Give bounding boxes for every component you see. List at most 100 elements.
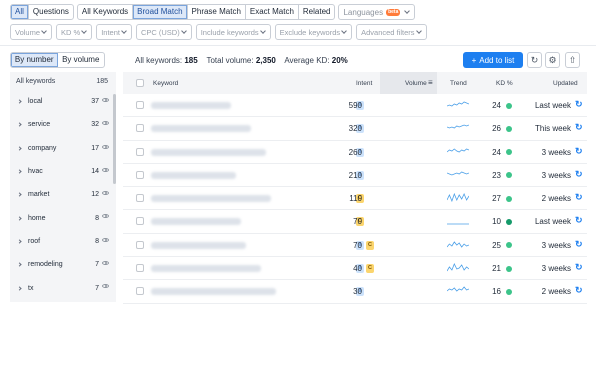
refresh-icon[interactable]: ↻ (575, 263, 583, 272)
sidebar-item-all-keywords[interactable]: All keywords 185 (10, 72, 116, 90)
chevron-right-icon[interactable] (17, 146, 22, 151)
row-checkbox[interactable] (136, 264, 144, 273)
column-intent[interactable]: Intent (356, 80, 372, 87)
refresh-icon[interactable]: ↻ (575, 193, 583, 202)
column-keyword[interactable]: Keyword (153, 80, 178, 87)
languages-dropdown[interactable]: Languages beta (338, 4, 416, 20)
keyword-redacted[interactable] (151, 288, 276, 296)
tab-broad-match[interactable]: Broad Match (132, 5, 187, 19)
table-row[interactable]: C 110 27 2 weeks ↻ (123, 187, 587, 211)
add-to-list-button[interactable]: + Add to list (463, 52, 523, 68)
row-checkbox[interactable] (136, 147, 144, 156)
all-questions-toggle: All Questions (10, 4, 74, 20)
sidebar-item-tx[interactable]: tx 7 (10, 276, 116, 299)
chevron-down-icon (180, 28, 187, 34)
chevron-right-icon[interactable] (17, 262, 22, 267)
filter-cpc[interactable]: CPC (USD) (135, 24, 192, 40)
row-checkbox[interactable] (136, 194, 144, 203)
kd-value: 24 (492, 147, 501, 157)
row-checkbox[interactable] (136, 170, 144, 179)
refresh-icon[interactable]: ↻ (575, 216, 583, 225)
filter-kd[interactable]: KD % (56, 24, 93, 40)
row-checkbox[interactable] (136, 101, 144, 109)
chevron-right-icon[interactable] (17, 122, 22, 128)
sidebar-item-home[interactable]: home 8 (10, 206, 116, 229)
filter-exclude-keywords[interactable]: Exclude keywords (274, 24, 353, 40)
tab-phrase-match[interactable]: Phrase Match (186, 5, 245, 19)
filter-intent[interactable]: Intent (96, 24, 132, 40)
table-row[interactable]: C 70 10 Last week ↻ (123, 210, 587, 234)
sidebar-item-company[interactable]: company 17 (10, 137, 116, 160)
eye-icon[interactable] (102, 98, 109, 102)
sidebar-item-count: 7 (95, 284, 99, 292)
sidebar-item-service[interactable]: service 32 (10, 113, 116, 136)
sidebar-item-count: 8 (95, 214, 99, 222)
chevron-right-icon[interactable] (17, 216, 22, 221)
tab-related[interactable]: Related (297, 5, 335, 19)
keyword-redacted[interactable] (151, 218, 241, 226)
row-checkbox[interactable] (136, 287, 144, 296)
refresh-icon[interactable]: ↻ (575, 169, 583, 178)
tab-exact-match[interactable]: Exact Match (244, 5, 298, 19)
refresh-button[interactable]: ↻ (527, 52, 542, 68)
tab-all[interactable]: All (11, 5, 28, 19)
sidebar-scrollbar[interactable] (113, 94, 116, 184)
sidebar-item-count: 14 (91, 168, 99, 176)
eye-icon[interactable] (102, 121, 109, 126)
column-volume[interactable]: Volume (405, 80, 427, 87)
keyword-redacted[interactable] (151, 171, 236, 179)
table-row[interactable]: I 30 16 2 weeks ↻ (123, 280, 587, 304)
table-row[interactable]: I 320 26 This week ↻ (123, 117, 587, 141)
tab-questions[interactable]: Questions (27, 5, 73, 19)
keyword-redacted[interactable] (151, 195, 271, 203)
sidebar-item-remodeling[interactable]: remodeling 7 (10, 253, 116, 276)
column-updated[interactable]: Updated (553, 80, 578, 87)
eye-icon[interactable] (102, 167, 109, 172)
sidebar-item-roof[interactable]: roof 8 (10, 230, 116, 253)
sidebar-item-market[interactable]: market 12 (10, 183, 116, 206)
kd-difficulty-dot (506, 102, 512, 109)
select-all-checkbox[interactable] (136, 79, 144, 87)
eye-icon[interactable] (102, 237, 109, 242)
chevron-right-icon[interactable] (17, 99, 22, 104)
row-checkbox[interactable] (136, 217, 144, 226)
chevron-right-icon[interactable] (17, 239, 22, 244)
table-row[interactable]: I 260 24 3 weeks ↻ (123, 141, 587, 164)
filter-advanced[interactable]: Advanced filters (356, 24, 427, 40)
filter-include-keywords[interactable]: Include keywords (195, 24, 271, 40)
by-number-button[interactable]: By number (11, 53, 58, 67)
eye-icon[interactable] (102, 214, 109, 219)
export-button[interactable]: ⇧ (565, 52, 580, 68)
keyword-redacted[interactable] (151, 265, 261, 273)
chevron-right-icon[interactable] (17, 192, 22, 197)
keyword-redacted[interactable] (151, 148, 266, 156)
eye-icon[interactable] (102, 284, 109, 289)
tab-all-keywords[interactable]: All Keywords (78, 5, 132, 19)
table-row[interactable]: I 590 24 Last week ↻ (123, 94, 587, 118)
keyword-redacted[interactable] (151, 125, 251, 133)
table-row[interactable]: I C 40 21 3 weeks ↻ (123, 257, 587, 281)
row-checkbox[interactable] (136, 124, 144, 133)
refresh-icon[interactable]: ↻ (575, 123, 583, 132)
sidebar-item-local[interactable]: local 37 (10, 90, 116, 113)
column-kd[interactable]: KD % (496, 80, 513, 87)
row-checkbox[interactable] (136, 240, 144, 249)
filter-volume[interactable]: Volume (10, 24, 53, 40)
chevron-right-icon[interactable] (17, 285, 22, 291)
by-volume-button[interactable]: By volume (58, 53, 105, 67)
keyword-redacted[interactable] (151, 102, 231, 109)
refresh-icon[interactable]: ↻ (575, 239, 583, 248)
sidebar-item-hvac[interactable]: hvac 14 (10, 160, 116, 183)
chevron-right-icon[interactable] (17, 169, 22, 174)
refresh-icon[interactable]: ↻ (575, 286, 583, 295)
settings-button[interactable]: ⚙ (545, 52, 560, 68)
eye-icon[interactable] (102, 261, 109, 266)
table-row[interactable]: I C 70 25 3 weeks ↻ (123, 234, 587, 258)
keyword-redacted[interactable] (151, 241, 246, 249)
table-row[interactable]: I 210 23 3 weeks ↻ (123, 164, 587, 188)
refresh-icon[interactable]: ↻ (575, 146, 583, 155)
sort-icon[interactable]: ≡ (428, 78, 433, 87)
refresh-icon[interactable]: ↻ (575, 100, 583, 109)
eye-icon[interactable] (102, 144, 109, 149)
eye-icon[interactable] (102, 191, 109, 196)
